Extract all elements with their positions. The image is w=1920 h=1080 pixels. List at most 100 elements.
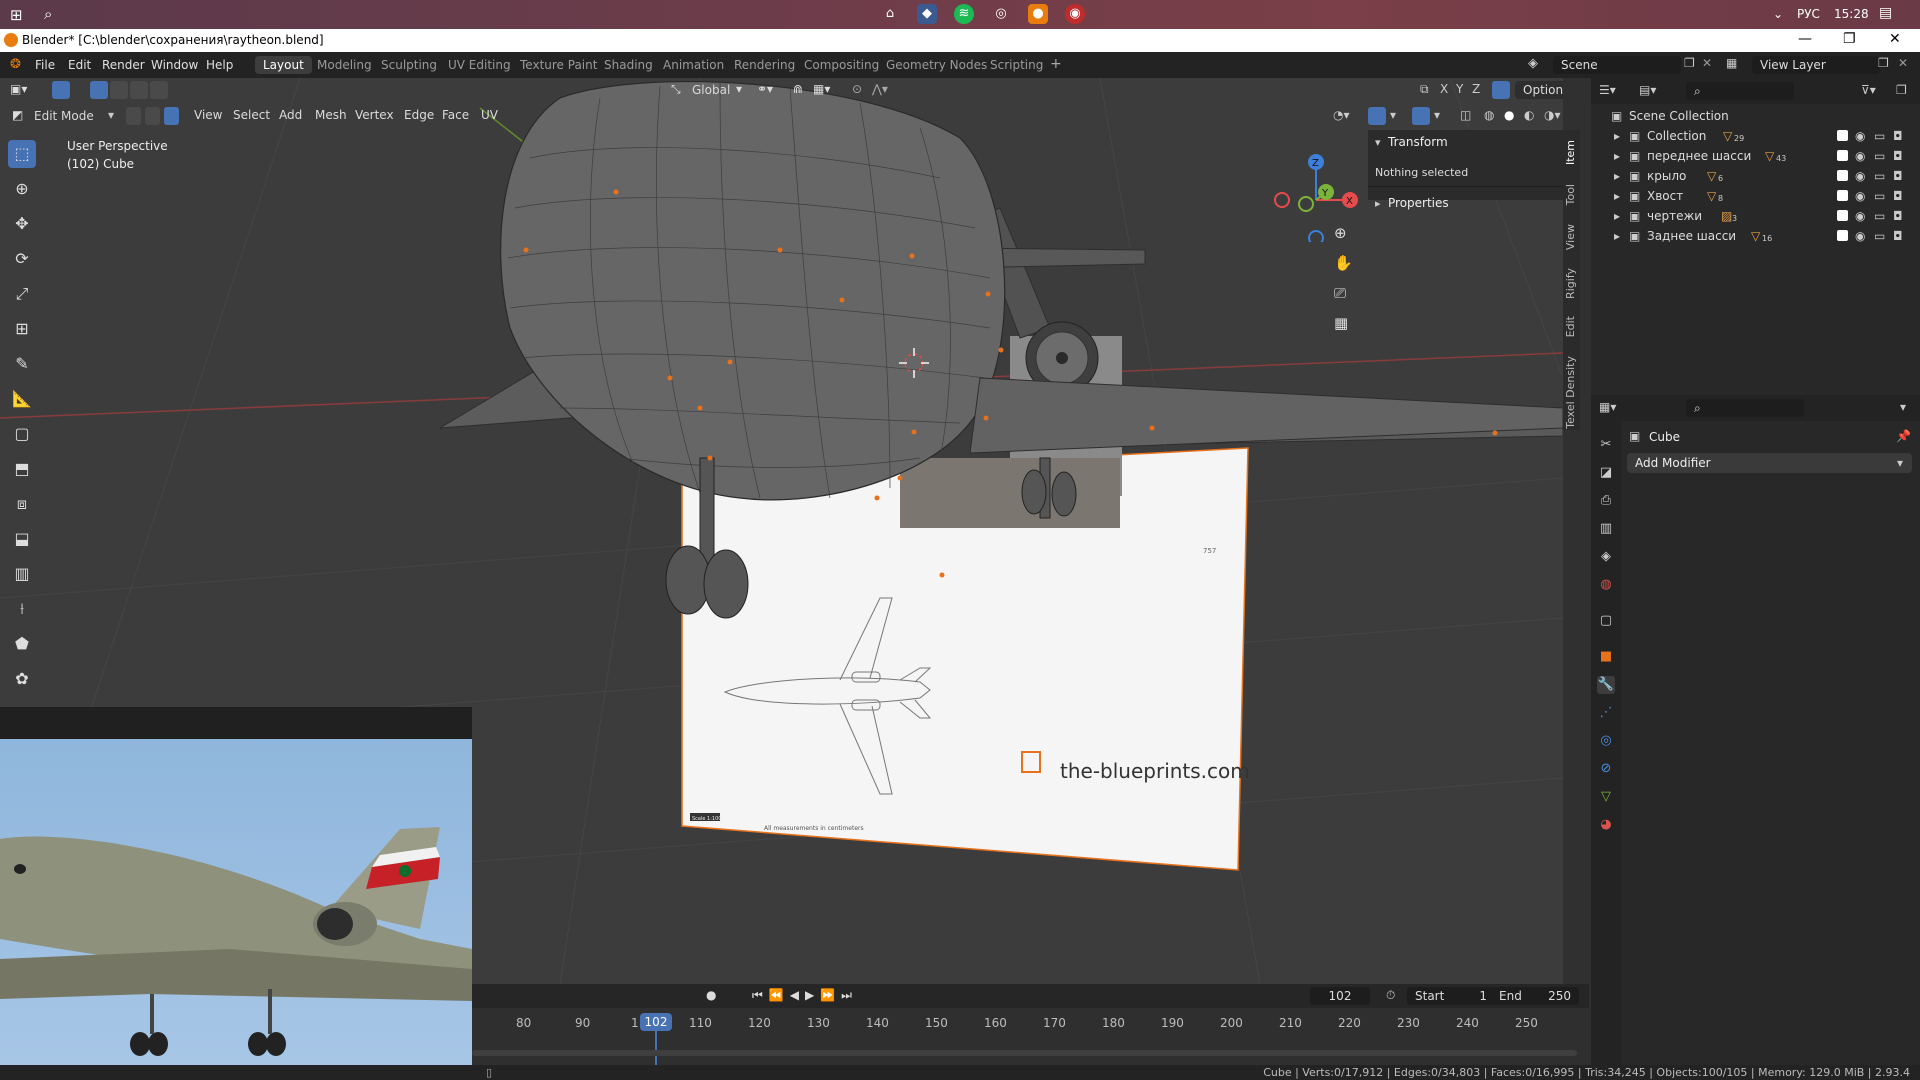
- notifications-icon[interactable]: ▤: [1879, 5, 1892, 21]
- rendered-shading-icon[interactable]: ◑▾: [1544, 108, 1561, 122]
- properties-search-input[interactable]: ⌕: [1686, 399, 1804, 417]
- select-box-tool-icon[interactable]: [52, 81, 70, 99]
- language-indicator[interactable]: РУС: [1797, 7, 1820, 21]
- menu-help[interactable]: Help: [206, 58, 233, 72]
- obs-icon[interactable]: ◎: [991, 4, 1011, 24]
- menu-edge[interactable]: Edge: [404, 108, 434, 122]
- transform-tool-icon[interactable]: ⊞: [8, 315, 36, 343]
- playhead-line[interactable]: [655, 1031, 657, 1065]
- store-icon[interactable]: ⌂: [880, 4, 900, 24]
- menu-face[interactable]: Face: [442, 108, 469, 122]
- tab-geometry-nodes[interactable]: Geometry Nodes: [878, 56, 995, 74]
- auto-merge-icon[interactable]: [1492, 81, 1510, 99]
- add-modifier-button[interactable]: Add Modifier ▾: [1627, 453, 1912, 473]
- tab-uv-editing[interactable]: UV Editing: [440, 56, 519, 74]
- tab-shading[interactable]: Shading: [596, 56, 661, 74]
- physics-icon[interactable]: ◎: [1597, 732, 1615, 750]
- select-mode-invert-icon[interactable]: [150, 81, 168, 99]
- tab-rigify[interactable]: Rigify: [1564, 268, 1578, 299]
- expand-arrow-icon[interactable]: ▸: [1614, 169, 1620, 183]
- playhead-frame[interactable]: 102: [640, 1013, 672, 1031]
- face-select-icon[interactable]: [164, 107, 179, 125]
- visibility-icon[interactable]: ◔▾: [1333, 108, 1350, 122]
- camera-icon[interactable]: ◘: [1893, 209, 1903, 223]
- camera-icon[interactable]: ◘: [1893, 129, 1903, 143]
- eye-icon[interactable]: ◉: [1855, 129, 1865, 143]
- mirror-z-toggle[interactable]: Z: [1472, 82, 1480, 96]
- camera-icon[interactable]: ◘: [1893, 169, 1903, 183]
- mirror-x-toggle[interactable]: X: [1440, 82, 1448, 96]
- wireframe-shading-icon[interactable]: ◍: [1484, 108, 1494, 122]
- scale-tool-icon[interactable]: ⤢: [8, 280, 36, 308]
- select-mode-subtract-icon[interactable]: [130, 81, 148, 99]
- remove-view-layer-icon[interactable]: ✕: [1898, 56, 1908, 70]
- view-layer-field[interactable]: View Layer: [1752, 56, 1880, 74]
- select-tool-icon[interactable]: ⬚: [8, 140, 36, 168]
- exclude-checkbox[interactable]: [1837, 190, 1848, 201]
- mirror-y-toggle[interactable]: Y: [1456, 82, 1463, 96]
- object-props-icon[interactable]: ■: [1597, 648, 1615, 666]
- output-icon[interactable]: ⎙: [1597, 492, 1615, 510]
- exclude-checkbox[interactable]: [1837, 210, 1848, 221]
- render-icon[interactable]: ◪: [1597, 464, 1615, 482]
- close-icon[interactable]: ✕: [1889, 31, 1901, 47]
- transform-expand-icon[interactable]: ▾: [1375, 136, 1381, 149]
- expand-arrow-icon[interactable]: ▸: [1614, 129, 1620, 143]
- edit-mode-icon[interactable]: ◩: [12, 108, 23, 122]
- navigation-gizmo[interactable]: Z X Y: [1268, 142, 1368, 242]
- reference-photo-window[interactable]: [0, 707, 472, 1080]
- view-layer-props-icon[interactable]: ▥: [1597, 520, 1615, 538]
- vertex-select-icon[interactable]: [126, 107, 141, 125]
- chevron-down-icon[interactable]: ▾: [736, 82, 742, 96]
- collection-props-icon[interactable]: ▢: [1597, 612, 1615, 630]
- extrude-tool-icon[interactable]: ⬒: [8, 455, 36, 483]
- proportional-falloff-icon[interactable]: ⋀▾: [872, 82, 888, 96]
- new-collection-icon[interactable]: ❐: [1896, 83, 1907, 97]
- expand-arrow-icon[interactable]: ▸: [1614, 209, 1620, 223]
- properties-expand-icon[interactable]: ▸: [1375, 197, 1381, 210]
- camera-icon[interactable]: ◘: [1893, 189, 1903, 203]
- bevel-tool-icon[interactable]: ⬓: [8, 525, 36, 553]
- app-red-icon[interactable]: ◉: [1065, 4, 1085, 24]
- zoom-icon[interactable]: ⊕: [1334, 224, 1347, 242]
- knife-tool-icon[interactable]: ⟊: [8, 595, 36, 623]
- menu-uv[interactable]: UV: [481, 108, 498, 122]
- tool-settings-icon[interactable]: ✂: [1597, 436, 1615, 454]
- snap-icon[interactable]: ⋒: [793, 82, 803, 96]
- edge-select-icon[interactable]: [145, 107, 160, 125]
- cursor-tool-icon[interactable]: ⊕: [8, 175, 36, 203]
- outliner-row[interactable]: ▸ ▣ Хвост ▽ 8 ◉ ▭ ◘: [1591, 186, 1920, 206]
- filter-icon[interactable]: ⊽▾: [1861, 83, 1876, 97]
- start-frame-field[interactable]: Start 1: [1407, 987, 1495, 1005]
- menu-render[interactable]: Render: [102, 58, 145, 72]
- exclude-checkbox[interactable]: [1837, 150, 1848, 161]
- tab-layout[interactable]: Layout: [255, 56, 312, 74]
- add-workspace-icon[interactable]: +: [1050, 56, 1062, 72]
- gizmo-toggle-icon[interactable]: [1368, 107, 1386, 125]
- tab-item[interactable]: Item: [1564, 140, 1578, 165]
- menu-window[interactable]: Window: [151, 58, 198, 72]
- ortho-toggle-icon[interactable]: ▦: [1334, 314, 1348, 332]
- maximize-icon[interactable]: ❐: [1843, 31, 1856, 47]
- clock[interactable]: 15:28: [1834, 7, 1869, 21]
- outliner-editor-icon[interactable]: ☰▾: [1599, 83, 1616, 97]
- mode-dropdown[interactable]: Edit Mode: [34, 109, 94, 123]
- menu-select[interactable]: Select: [233, 108, 270, 122]
- chevron-down-icon[interactable]: ▾: [108, 108, 114, 122]
- monitor-icon[interactable]: ▭: [1874, 149, 1885, 163]
- tab-edit[interactable]: Edit: [1564, 316, 1578, 337]
- current-frame-field[interactable]: 102: [1310, 987, 1370, 1005]
- camera-icon[interactable]: ◘: [1893, 149, 1903, 163]
- monitor-icon[interactable]: ▭: [1874, 229, 1885, 243]
- pin-icon[interactable]: 📌: [1896, 429, 1911, 443]
- monitor-icon[interactable]: ▭: [1874, 129, 1885, 143]
- snap-target-icon[interactable]: ▦▾: [813, 82, 830, 96]
- mirror-icon[interactable]: ⧉: [1420, 82, 1429, 97]
- eye-icon[interactable]: ◉: [1855, 229, 1865, 243]
- select-mode-set-icon[interactable]: [90, 81, 108, 99]
- tab-animation[interactable]: Animation: [655, 56, 732, 74]
- tab-sculpting[interactable]: Sculpting: [373, 56, 445, 74]
- tab-texel-density[interactable]: Texel Density: [1564, 356, 1578, 429]
- constraints-icon[interactable]: ⊘: [1597, 760, 1615, 778]
- expand-arrow-icon[interactable]: ▸: [1614, 189, 1620, 203]
